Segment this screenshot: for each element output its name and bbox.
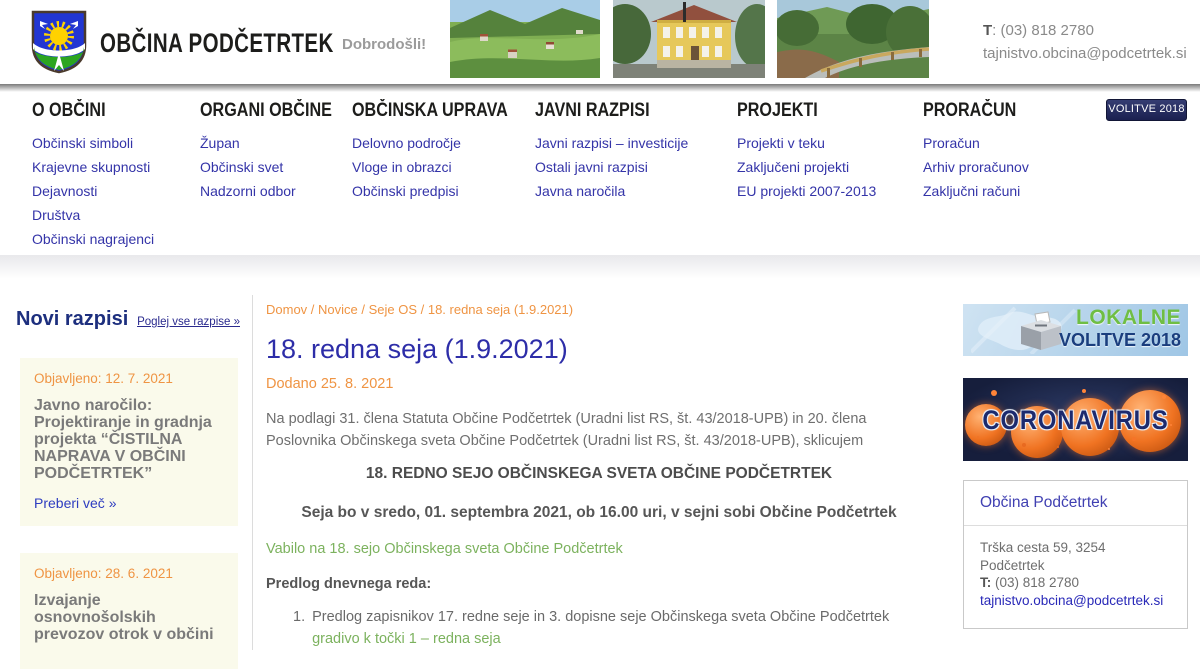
nav-column-javni-razpisi: JAVNI RAZPISI Javni razpisi – investicij…	[535, 100, 688, 203]
nav-heading-organi-obcine: ORGANI OBČINE	[200, 100, 332, 122]
header-photo-town-hall	[613, 0, 765, 78]
local-elections-2018-banner[interactable]: LOKALNE VOLITVE 2018	[963, 304, 1188, 356]
agenda-item: 1. Predlog zapisnikov 17. redne seje in …	[266, 606, 932, 650]
agenda-item-number: 1.	[293, 606, 305, 650]
main-navigation: O OBČINI Občinski simboli Krajevne skupn…	[0, 92, 1200, 255]
nav-column-proracun: PRORAČUN Proračun Arhiv proračunov Zaklj…	[923, 100, 1033, 203]
nav-link-nadzorni-odbor[interactable]: Nadzorni odbor	[200, 179, 355, 203]
elections-banner-line2: VOLITVE 2018	[1059, 329, 1181, 352]
nav-heading-proracun: PRORAČUN	[923, 100, 1016, 122]
volitve-2018-button[interactable]: VOLITVE 2018	[1106, 99, 1187, 121]
elections-banner-text: LOKALNE VOLITVE 2018	[1059, 306, 1181, 352]
nav-heading-obcinska-uprava: OBČINSKA UPRAVA	[352, 100, 508, 122]
nav-heading-o-obcini: O OBČINI	[32, 100, 136, 122]
nav-link-zupan[interactable]: Župan	[200, 131, 355, 155]
agenda-label: Predlog dnevnega reda:	[266, 576, 932, 592]
site-title: OBČINA PODČETRTEK	[100, 28, 334, 59]
phone-label: T	[983, 22, 992, 39]
sidebar-right: LOKALNE VOLITVE 2018 CORONAVIRUS Občina …	[963, 295, 1188, 629]
header-photo-hills	[450, 0, 600, 78]
main-content: Domov / Novice / Seje OS / 18. redna sej…	[252, 295, 952, 650]
coat-of-arms-logo[interactable]	[30, 9, 88, 75]
virus-dots	[963, 378, 969, 384]
agenda-material-link[interactable]: gradivo k točki 1 – redna seja	[312, 631, 501, 647]
nav-link-javni-razpisi-investicije[interactable]: Javni razpisi – investicije	[535, 131, 688, 155]
nav-link-eu-projekti[interactable]: EU projekti 2007-2013	[737, 179, 876, 203]
contact-box-body: Trška cesta 59, 3254 Podčetrtek T: (03) …	[964, 526, 1187, 628]
contact-address: Trška cesta 59, 3254 Podčetrtek	[980, 539, 1171, 574]
nav-link-javna-narocila[interactable]: Javna naročila	[535, 179, 688, 203]
nav-link-delovno-podrocje[interactable]: Delovno področje	[352, 131, 535, 155]
nav-link-arhiv-proracunov[interactable]: Arhiv proračunov	[923, 155, 1033, 179]
nav-link-vloge-in-obrazci[interactable]: Vloge in obrazci	[352, 155, 535, 179]
sidebar-title: Novi razpisi	[16, 308, 128, 331]
site-header: OBČINA PODČETRTEK Dobrodošli!	[0, 0, 1200, 84]
date-added: Dodano 25. 8. 2021	[266, 376, 932, 392]
tender-card[interactable]: Objavljeno: 28. 6. 2021 Izvajanje osnovn…	[20, 553, 238, 669]
header-shadow-divider	[0, 84, 1200, 92]
session-time: Seja bo v sredo, 01. septembra 2021, ob …	[266, 504, 932, 522]
coronavirus-banner[interactable]: CORONAVIRUS	[963, 378, 1188, 461]
nav-column-o-obcini: O OBČINI Občinski simboli Krajevne skupn…	[32, 100, 154, 251]
card-published-date: Objavljeno: 28. 6. 2021	[34, 566, 224, 581]
contact-phone-number: (03) 818 2780	[991, 575, 1079, 590]
page-title: 18. redna seja (1.9.2021)	[266, 334, 932, 364]
nav-link-zakljuceni-projekti[interactable]: Zaključeni projekti	[737, 155, 876, 179]
nav-link-zakljucni-racuni[interactable]: Zaključni računi	[923, 179, 1033, 203]
nav-link-obcinski-nagrajenci[interactable]: Občinski nagrajenci	[32, 227, 154, 251]
nav-link-obcinski-svet[interactable]: Občinski svet	[200, 155, 355, 179]
header-email[interactable]: tajnistvo.obcina@podcetrtek.si	[983, 42, 1187, 65]
header-photo-path	[777, 0, 929, 78]
card-title: Javno naročilo: Projektiranje in gradnja…	[34, 397, 224, 482]
nav-link-obcinski-simboli[interactable]: Občinski simboli	[32, 131, 154, 155]
phone-number: : (03) 818 2780	[992, 22, 1094, 39]
session-heading: 18. REDNO SEJO OBČINSKEGA SVETA OBČINE P…	[266, 465, 932, 483]
nav-link-dejavnosti[interactable]: Dejavnosti	[32, 179, 154, 203]
intro-paragraph: Na podlagi 31. člena Statuta Občine Podč…	[266, 409, 928, 452]
nav-link-proracun[interactable]: Proračun	[923, 131, 1033, 155]
contact-phone-label: T:	[980, 575, 991, 590]
nav-link-projekti-v-teku[interactable]: Projekti v teku	[737, 131, 876, 155]
tender-card[interactable]: Objavljeno: 12. 7. 2021 Javno naročilo: …	[20, 358, 238, 526]
agenda-item-body: Predlog zapisnikov 17. redne seje in 3. …	[312, 606, 889, 650]
municipality-contact-box: Občina Podčetrtek Trška cesta 59, 3254 P…	[963, 480, 1188, 629]
nav-link-krajevne-skupnosti[interactable]: Krajevne skupnosti	[32, 155, 154, 179]
elections-banner-line1: LOKALNE	[1059, 306, 1181, 329]
header-phone: T: (03) 818 2780	[983, 19, 1187, 42]
agenda-item-text: Predlog zapisnikov 17. redne seje in 3. …	[312, 609, 889, 625]
card-title: Izvajanje osnovnošolskih prevozov otrok …	[34, 592, 224, 643]
nav-heading-projekti: PROJEKTI	[737, 100, 855, 122]
nav-column-organi-obcine: ORGANI OBČINE Župan Občinski svet Nadzor…	[200, 100, 355, 203]
sidebar-header: Novi razpisi Poglej vse razpise »	[0, 295, 252, 331]
nav-link-drustva[interactable]: Društva	[32, 203, 154, 227]
sidebar-new-tenders: Novi razpisi Poglej vse razpise » Objavl…	[0, 295, 252, 669]
nav-heading-javni-razpisi: JAVNI RAZPISI	[535, 100, 665, 122]
see-all-tenders-link[interactable]: Poglej vse razpise »	[137, 316, 240, 328]
contact-phone: T: (03) 818 2780	[980, 574, 1171, 592]
nav-bottom-divider	[0, 255, 1200, 279]
breadcrumb[interactable]: Domov / Novice / Seje OS / 18. redna sej…	[266, 302, 932, 317]
welcome-text: Dobrodošli!	[342, 36, 426, 53]
coronavirus-banner-text: CORONAVIRUS	[977, 405, 1175, 436]
nav-link-ostali-javni-razpisi[interactable]: Ostali javni razpisi	[535, 155, 688, 179]
contact-email-link[interactable]: tajnistvo.obcina@podcetrtek.si	[980, 593, 1163, 608]
header-contact: T: (03) 818 2780 tajnistvo.obcina@podcet…	[983, 19, 1187, 65]
read-more-link[interactable]: Preberi več »	[34, 495, 116, 511]
contact-box-title: Občina Podčetrtek	[964, 481, 1187, 526]
nav-column-obcinska-uprava: OBČINSKA UPRAVA Delovno področje Vloge i…	[352, 100, 535, 203]
nav-column-projekti: PROJEKTI Projekti v teku Zaključeni proj…	[737, 100, 876, 203]
card-published-date: Objavljeno: 12. 7. 2021	[34, 371, 224, 386]
invitation-link[interactable]: Vabilo na 18. sejo Občinskega sveta Obči…	[266, 541, 623, 557]
nav-link-obcinski-predpisi[interactable]: Občinski predpisi	[352, 179, 535, 203]
